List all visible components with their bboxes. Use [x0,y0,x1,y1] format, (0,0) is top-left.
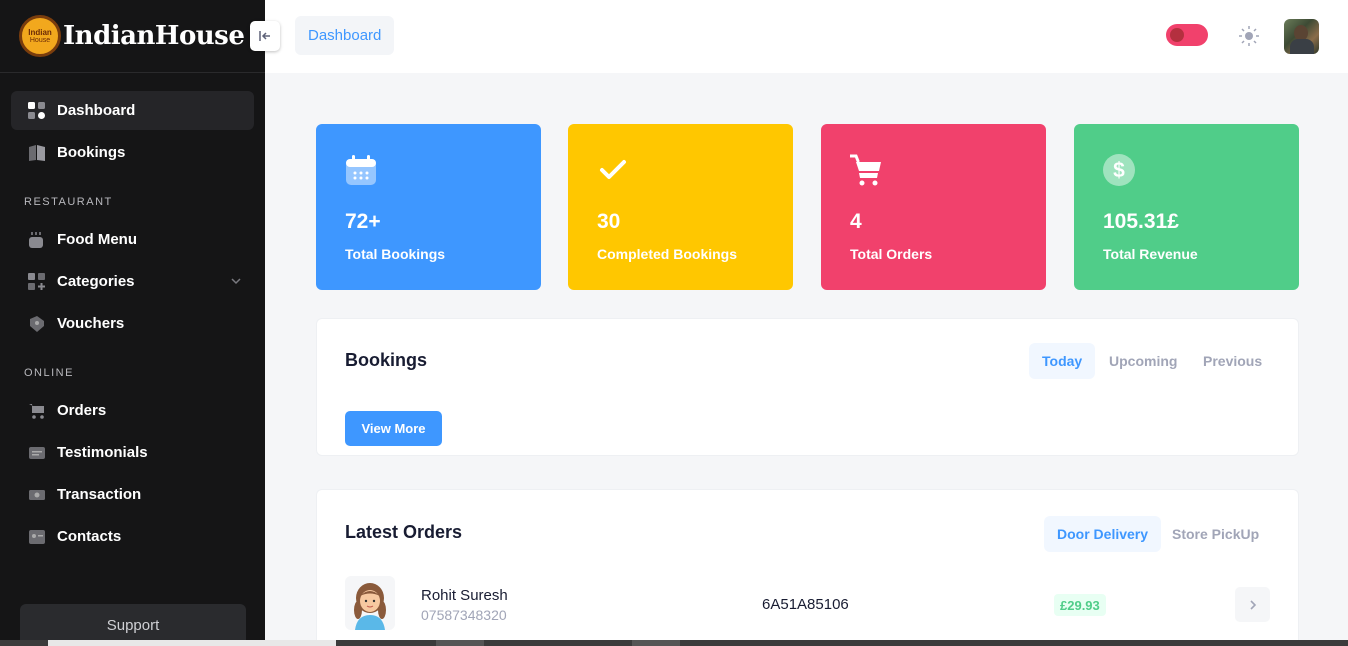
sidebar-nav: Dashboard Bookings RESTAURANT Food Menu … [0,73,265,556]
sidebar-item-label: Testimonials [57,444,148,461]
customer-phone: 07587348320 [421,607,507,623]
sidebar-item-transaction[interactable]: Transaction [11,475,254,514]
sidebar-item-orders[interactable]: Orders [11,391,254,430]
sidebar-item-label: Food Menu [57,231,137,248]
logo-badge: Indian House [19,15,61,57]
stat-label: Total Revenue [1103,246,1198,262]
sidebar-item-label: Dashboard [57,102,136,119]
customer-avatar [345,576,395,630]
dashboard-grid-icon [28,101,46,120]
tab-store-pickup[interactable]: Store PickUp [1159,516,1272,552]
cart-icon [850,154,881,186]
sidebar: Indian House IndianHouse Dashboard Booki… [0,0,265,646]
check-icon [600,160,626,179]
sidebar-item-label: Contacts [57,528,122,545]
sidebar-item-food-menu[interactable]: Food Menu [11,220,254,259]
stat-value: 105.31£ [1103,210,1179,233]
sidebar-item-dashboard[interactable]: Dashboard [11,91,254,130]
pot-icon [28,231,46,249]
svg-text:$: $ [1113,159,1125,182]
latest-orders-title: Latest Orders [345,522,463,542]
stat-value: 4 [850,210,862,233]
category-grid-icon [28,272,46,291]
stat-value: 72+ [345,210,381,233]
user-avatar[interactable] [1284,19,1319,54]
money-icon [28,486,46,504]
top-header: Dashboard [250,0,1348,73]
stat-label: Total Orders [850,246,933,262]
order-amount-badge: £29.93 [1054,594,1106,616]
tag-icon [28,315,46,333]
calendar-icon [346,155,376,185]
sidebar-item-label: Transaction [57,486,142,503]
logo-badge-subtext: House [29,36,51,44]
breadcrumb[interactable]: Dashboard [295,16,395,55]
cart-icon [28,402,46,420]
order-id: 6A51A85106 [762,596,849,613]
stat-value: 30 [597,210,621,233]
os-taskbar [0,640,1348,646]
dollar-icon: $ [1103,154,1135,186]
dark-mode-toggle[interactable] [1166,24,1208,46]
sidebar-item-label: Orders [57,402,107,419]
latest-orders-panel: Latest Orders Door Delivery Store PickUp… [316,489,1299,646]
stat-card-completed-bookings[interactable]: 30 Completed Bookings [568,124,793,290]
toggle-knob [1170,28,1184,42]
chevron-right-icon [1249,599,1256,610]
section-title-restaurant: RESTAURANT [24,196,113,208]
stat-label: Total Bookings [345,246,446,262]
contact-card-icon [28,528,46,546]
customer-name: Rohit Suresh [421,587,508,604]
sidebar-item-categories[interactable]: Categories [11,262,254,301]
tab-today[interactable]: Today [1029,343,1096,379]
stat-card-total-revenue[interactable]: $ 105.31£ Total Revenue [1074,124,1299,290]
tab-door-delivery[interactable]: Door Delivery [1044,516,1162,552]
sidebar-item-label: Categories [57,273,135,290]
brand-name: IndianHouse [63,21,245,51]
sidebar-item-vouchers[interactable]: Vouchers [11,304,254,343]
stat-card-total-orders[interactable]: 4 Total Orders [821,124,1046,290]
collapse-sidebar-button[interactable] [250,21,280,51]
book-icon [28,144,46,162]
view-more-button[interactable]: View More [345,411,442,446]
chevron-down-icon [230,274,242,292]
stat-label: Completed Bookings [597,246,738,262]
section-title-online: ONLINE [24,367,74,379]
logo-badge-text: Indian [28,27,52,37]
stat-card-total-bookings[interactable]: 72+ Total Bookings [316,124,541,290]
tab-previous[interactable]: Previous [1190,343,1275,379]
sidebar-item-testimonials[interactable]: Testimonials [11,433,254,472]
sun-icon[interactable] [1238,25,1260,47]
sidebar-item-label: Vouchers [57,315,125,332]
sidebar-item-contacts[interactable]: Contacts [11,517,254,556]
brand-logo[interactable]: Indian House IndianHouse [0,0,265,73]
arrow-left-icon [259,31,270,41]
sidebar-item-bookings[interactable]: Bookings [11,133,254,172]
open-order-button[interactable] [1235,587,1270,622]
bookings-panel: Bookings Today Upcoming Previous View Mo… [316,318,1299,456]
sidebar-item-label: Bookings [57,144,126,161]
bookings-title: Bookings [345,350,428,370]
message-icon [28,444,46,462]
tab-upcoming[interactable]: Upcoming [1096,343,1190,379]
